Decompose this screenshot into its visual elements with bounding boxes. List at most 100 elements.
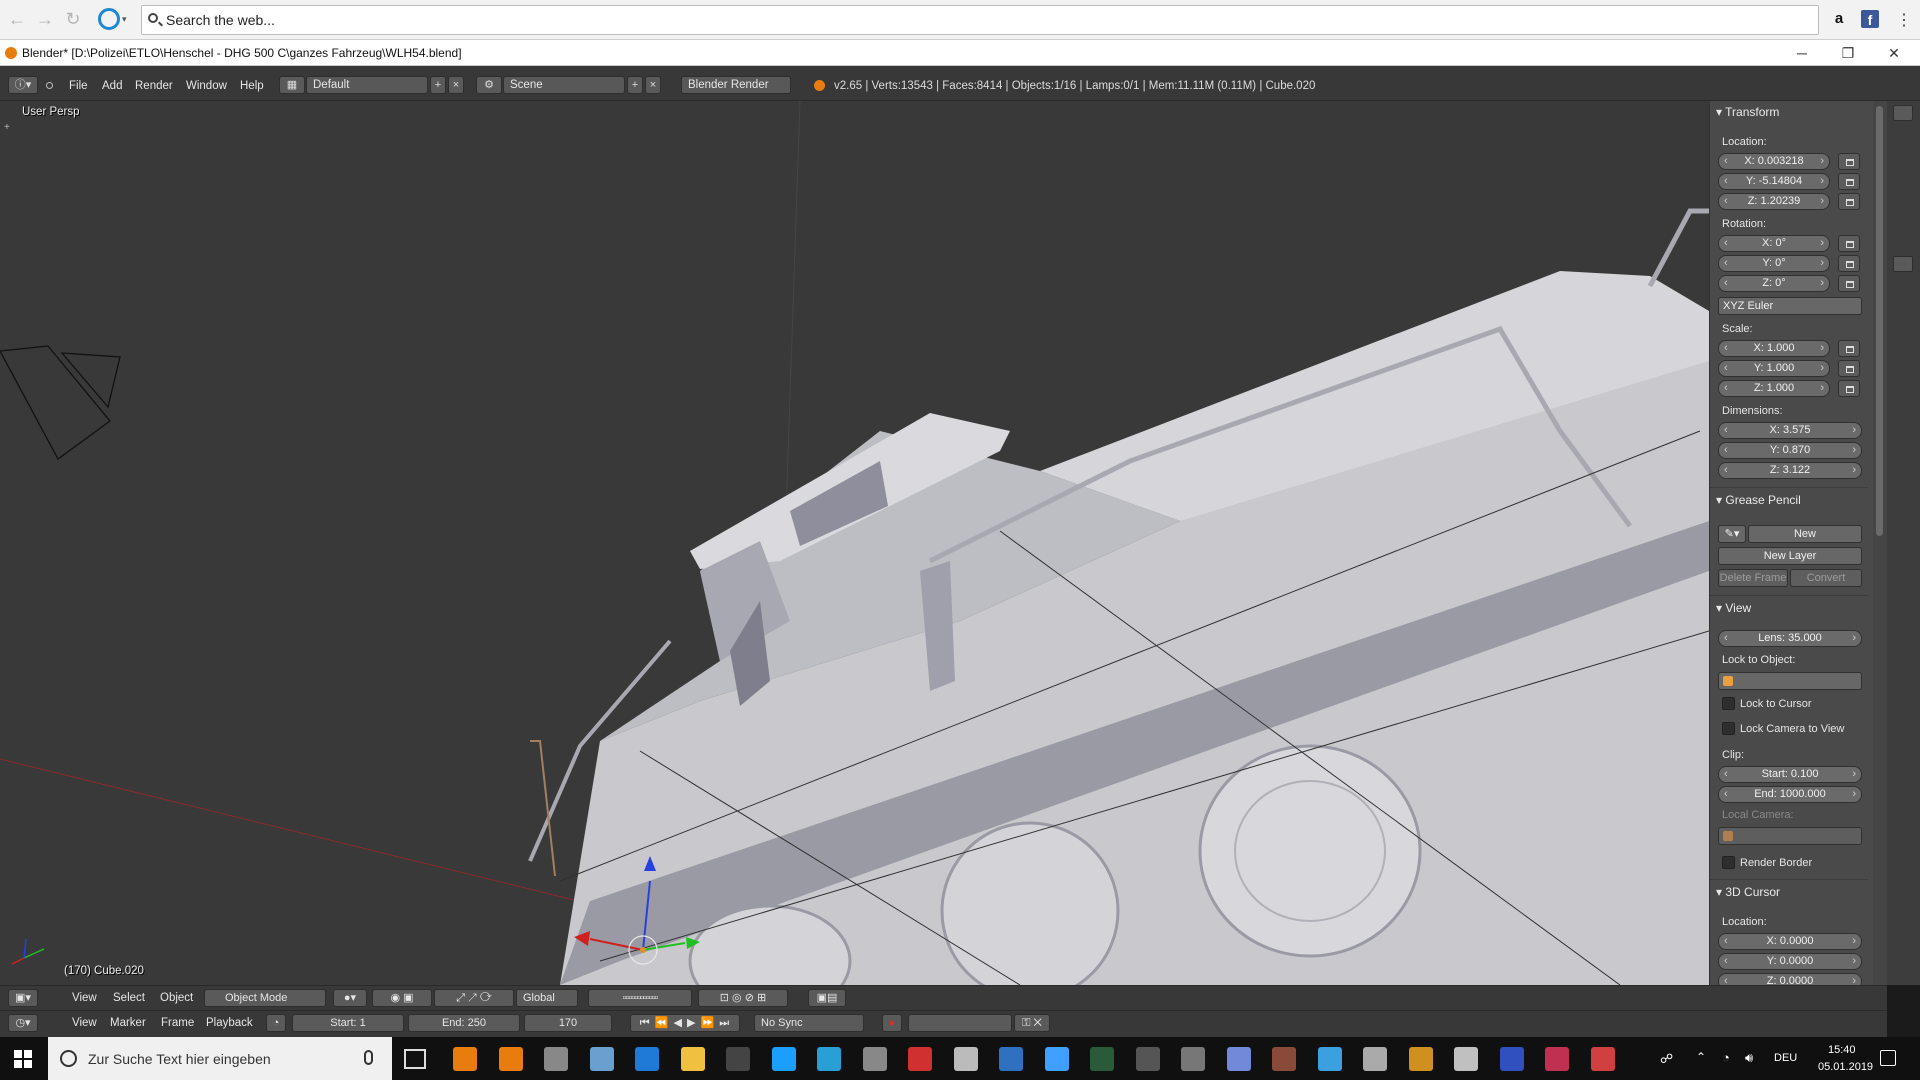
people-icon[interactable]: ☍ [1660, 1051, 1673, 1067]
grease-pencil-new-button[interactable]: New [1748, 525, 1862, 543]
rotation-y-field[interactable]: Y: 0° [1718, 255, 1830, 272]
lock-camera-to-view-checkbox[interactable] [1722, 722, 1735, 735]
menu-view[interactable]: View [72, 1017, 97, 1029]
facebook-icon[interactable]: f [1861, 10, 1879, 28]
taskbar-app-icon[interactable] [544, 1047, 568, 1071]
end-frame-field[interactable]: End: 250 [408, 1014, 520, 1032]
menu-help[interactable]: Help [240, 80, 264, 92]
dimension-z-field[interactable]: Z: 3.122 [1718, 462, 1862, 479]
minimize-button[interactable]: ─ [1784, 42, 1820, 64]
rotation-mode-select[interactable]: XYZ Euler [1718, 297, 1862, 315]
playback-controls[interactable]: ⏮ ⏪ ◀ ▶ ⏩ ⏭ [630, 1014, 740, 1032]
manipulator-icons[interactable]: ⤢ ↗ ⟳ [434, 989, 514, 1007]
dimension-x-field[interactable]: X: 3.575 [1718, 422, 1862, 439]
rotation-z-field[interactable]: Z: 0° [1718, 275, 1830, 292]
taskbar-app-icon[interactable] [635, 1047, 659, 1071]
lens-field[interactable]: Lens: 35.000 [1718, 630, 1862, 647]
menu-render[interactable]: Render [135, 80, 173, 92]
lock-icon[interactable] [1838, 153, 1860, 170]
new-layer-button[interactable]: New Layer [1718, 547, 1862, 565]
lock-icon[interactable] [1838, 275, 1860, 292]
taskbar-app-icon[interactable] [589, 1047, 614, 1071]
menu-select[interactable]: Select [113, 992, 145, 1004]
view-panel-header[interactable]: ▾ View [1716, 601, 1751, 615]
taskbar-app-icon[interactable] [1408, 1047, 1433, 1071]
preview-range-icon[interactable]: ◔ [266, 1014, 286, 1032]
remove-scene-button[interactable]: × [645, 76, 661, 94]
properties-editor-icon[interactable] [1893, 256, 1913, 272]
more-menu-icon[interactable]: ⋮ [1896, 10, 1912, 30]
taskbar-app-icon[interactable] [1545, 1047, 1569, 1071]
scale-y-field[interactable]: Y: 1.000 [1718, 360, 1830, 377]
forward-icon[interactable]: → [34, 8, 56, 30]
taskbar-app-icon[interactable] [1499, 1047, 1524, 1071]
render-preview-icons[interactable]: ▣▤ [808, 989, 846, 1007]
cursor-y-field[interactable]: Y: 0.0000 [1718, 953, 1862, 970]
scene-field[interactable]: Scene [503, 76, 625, 94]
panel-scrollbar[interactable] [1873, 101, 1887, 985]
menu-add[interactable]: Add [102, 80, 122, 92]
outliner-editor-icon[interactable] [1893, 105, 1913, 121]
lock-icon[interactable] [1838, 380, 1860, 397]
taskbar-app-icon[interactable] [1590, 1047, 1615, 1071]
windows-start-icon[interactable] [14, 1050, 32, 1068]
back-icon[interactable]: ← [6, 8, 28, 30]
pivot-select[interactable]: ◉ ▣ [372, 989, 432, 1007]
task-view-icon[interactable] [404, 1049, 426, 1069]
lock-icon[interactable] [1838, 193, 1860, 210]
3d-cursor-panel-header[interactable]: ▾ 3D Cursor [1716, 885, 1780, 899]
taskbar-app-icon[interactable] [771, 1047, 796, 1071]
taskbar-app-icon[interactable] [999, 1047, 1023, 1071]
keyframe-icons[interactable]: ⚿ ✕ [1014, 1014, 1050, 1032]
transform-panel-header[interactable]: ▾ Transform [1716, 105, 1779, 119]
clip-start-field[interactable]: Start: 0.100 [1718, 766, 1862, 783]
taskbar-app-icon[interactable] [1135, 1047, 1160, 1071]
taskbar-app-icon[interactable] [1363, 1047, 1387, 1071]
local-camera-field[interactable] [1718, 827, 1862, 845]
clock-time[interactable]: 15:40 [1828, 1044, 1856, 1056]
add-layout-button[interactable]: + [430, 76, 446, 94]
microphone-icon[interactable] [364, 1050, 373, 1065]
editor-type-button[interactable]: ◷▾ [8, 1014, 38, 1032]
taskbar-app-icon[interactable] [498, 1047, 523, 1071]
taskbar-app-icon[interactable] [1090, 1047, 1114, 1071]
lock-icon[interactable] [1838, 360, 1860, 377]
taskbar-app-icon[interactable] [680, 1047, 705, 1071]
3d-viewport[interactable]: User Persp (170) Cube.020 + [0, 101, 1709, 985]
start-frame-field[interactable]: Start: 1 [292, 1014, 404, 1032]
cursor-z-field[interactable]: Z: 0.0000 [1718, 973, 1862, 985]
current-frame-field[interactable]: 170 [524, 1014, 612, 1032]
render-border-checkbox[interactable] [1722, 856, 1735, 869]
scrollbar-thumb[interactable] [1876, 106, 1883, 536]
tray-chevron-icon[interactable]: ⌃ [1696, 1050, 1706, 1064]
lock-icon[interactable] [1838, 340, 1860, 357]
search-input[interactable]: Search the web... [141, 5, 1819, 35]
menu-marker[interactable]: Marker [110, 1017, 146, 1029]
add-scene-button[interactable]: + [627, 76, 643, 94]
scale-z-field[interactable]: Z: 1.000 [1718, 380, 1830, 397]
taskbar-app-icon[interactable] [817, 1047, 841, 1071]
taskbar-app-icon[interactable] [1181, 1047, 1205, 1071]
location-z-field[interactable]: Z: 1.20239 [1718, 193, 1830, 210]
chevron-down-icon[interactable]: ▾ [122, 14, 127, 25]
taskbar-app-icon[interactable] [1044, 1047, 1069, 1071]
taskbar-search-input[interactable]: Zur Suche Text hier eingeben [48, 1037, 392, 1080]
taskbar-app-icon[interactable] [726, 1047, 750, 1071]
mode-select[interactable]: Object Mode [204, 989, 326, 1007]
location-x-field[interactable]: X: 0.003218 [1718, 153, 1830, 170]
scene-icon[interactable]: ⚙ [476, 76, 502, 94]
delete-frame-button[interactable]: Delete Frame [1718, 569, 1788, 587]
layer-buttons[interactable]: ▫▫▫▫▫▫▫▫▫▫▫▫ [588, 989, 692, 1007]
refresh-icon[interactable]: ↻ [62, 8, 84, 30]
toolshelf-toggle-icon[interactable]: + [4, 122, 10, 133]
editor-type-button[interactable]: ▣▾ [8, 989, 38, 1007]
lock-icon[interactable] [1838, 235, 1860, 252]
lock-icon[interactable] [1838, 173, 1860, 190]
shading-select[interactable]: ●▾ [333, 989, 367, 1007]
menu-window[interactable]: Window [186, 80, 227, 92]
taskbar-app-icon[interactable] [908, 1047, 932, 1071]
record-icon[interactable]: ● [882, 1014, 902, 1032]
taskbar-app-icon[interactable] [1272, 1047, 1296, 1071]
maximize-button[interactable]: ❐ [1830, 42, 1866, 64]
screen-layout-icon[interactable]: ▦ [279, 76, 305, 94]
